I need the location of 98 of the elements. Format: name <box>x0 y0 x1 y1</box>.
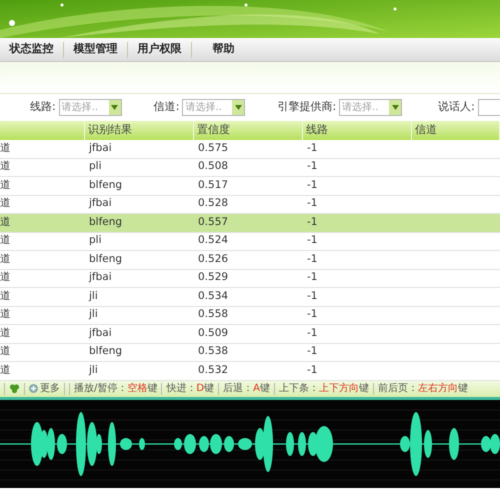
table-cell-text: 0.557 <box>198 214 228 230</box>
table-cell-text: -1 <box>307 214 318 230</box>
table-cell-text: jli <box>89 307 98 322</box>
table-cell-text: 道 <box>0 326 11 341</box>
table-row[interactable]: 道 blfeng 0.538 -1 <box>0 344 500 362</box>
hint-suffix: 键 <box>147 382 158 396</box>
table-cell-text: jfbai <box>89 140 112 156</box>
column-header[interactable]: 识别结果 <box>88 122 132 139</box>
table-cell-text: 道 <box>0 270 11 286</box>
table-cell-text: -1 <box>307 270 318 286</box>
table-row[interactable]: 道 jli 0.532 -1 <box>0 362 500 380</box>
table-cell-text: 道 <box>0 233 11 248</box>
table-cell-text: -1 <box>307 233 318 248</box>
table-cell-text: -1 <box>307 307 318 322</box>
table-row[interactable]: 道 pli 0.524 -1 <box>0 232 500 251</box>
table-cell-text: jli <box>89 288 98 304</box>
table-cell-text: 道 <box>0 288 11 304</box>
table-cell-text: 0.534 <box>198 288 228 304</box>
hint-label: 快进： <box>166 382 196 396</box>
hint-suffix: 键 <box>358 382 369 396</box>
hint-key: A <box>253 381 260 396</box>
filter-label: 说话人: <box>438 99 475 116</box>
clover-icon[interactable] <box>9 383 20 394</box>
table-row[interactable]: 道 jli 0.534 -1 <box>0 288 500 306</box>
table-cell-text: 0.532 <box>198 362 228 378</box>
table-row[interactable]: 道 jfbai 0.575 -1 <box>0 140 500 158</box>
table-cell-text: -1 <box>307 362 318 378</box>
table-cell-text: blfeng <box>89 178 122 193</box>
nav-tab[interactable]: 模型管理 <box>64 38 127 61</box>
column-header[interactable]: 信道 <box>415 122 437 139</box>
table-cell-text: 道 <box>0 344 11 360</box>
hint-key: D <box>196 381 204 396</box>
table-cell-text: 0.508 <box>198 159 228 174</box>
table-cell-text: 道 <box>0 252 11 267</box>
table-cell-text: -1 <box>307 252 318 267</box>
table-cell-text: jfbai <box>89 196 112 212</box>
table-cell-text: blfeng <box>89 252 122 267</box>
table-cell-text: 0.509 <box>198 326 228 341</box>
table-row[interactable]: 道 blfeng 0.517 -1 <box>0 177 500 196</box>
nav-tab[interactable]: 状态监控 <box>0 38 63 61</box>
table-cell-text: jfbai <box>89 270 112 286</box>
hint-suffix: 键 <box>458 382 468 396</box>
hint-label: 播放/暂停： <box>74 382 128 396</box>
table-row[interactable]: 道 blfeng 0.526 -1 <box>0 251 500 270</box>
table-cell-text: blfeng <box>89 344 122 360</box>
table-cell-text: 道 <box>0 362 11 378</box>
nav-tab[interactable]: 帮助 <box>192 38 255 61</box>
table-row[interactable]: 道 jfbai 0.529 -1 <box>0 270 500 288</box>
table-cell-text: -1 <box>307 140 318 156</box>
table-cell-text: 0.538 <box>198 344 228 360</box>
hint-key: 上下方向 <box>318 381 359 396</box>
table-cell-text: 0.517 <box>198 178 228 193</box>
plus-circle-icon <box>29 384 38 393</box>
dropdown-icon <box>108 100 121 115</box>
table-cell-text: 0.529 <box>198 270 228 286</box>
table-cell-text: 道 <box>0 214 11 230</box>
table-cell-text: 道 <box>0 140 11 156</box>
table-cell-text: 0.524 <box>198 233 228 248</box>
table-cell-text: 0.528 <box>198 196 228 212</box>
table-cell-text: -1 <box>307 178 318 193</box>
more-button[interactable]: 更多 <box>29 381 60 396</box>
hint-suffix: 键 <box>260 382 270 396</box>
filter-label: 引擎提供商: <box>277 99 336 116</box>
table-cell-text: -1 <box>307 288 318 304</box>
table-cell-text: -1 <box>307 196 318 212</box>
table-cell-text: 0.526 <box>198 252 228 267</box>
table-cell-text: 道 <box>0 307 11 322</box>
table-cell-text: 道 <box>0 178 11 193</box>
table-cell-text: pli <box>89 159 102 174</box>
column-header[interactable]: 置信度 <box>197 122 230 139</box>
table-cell-text: -1 <box>307 344 318 360</box>
table-row[interactable]: 道 jfbai 0.528 -1 <box>0 196 500 214</box>
hint-key: 左右方向 <box>418 381 458 396</box>
table-cell-text: 0.575 <box>198 140 228 156</box>
table-cell-text: pli <box>89 233 102 248</box>
table-cell-text: jfbai <box>89 326 112 341</box>
column-header[interactable]: 线路 <box>306 122 328 139</box>
table-cell-text: -1 <box>307 159 318 174</box>
hint-label: 上下条： <box>278 382 319 396</box>
nav-tab[interactable]: 用户权限 <box>128 38 191 61</box>
table-cell-text: jli <box>89 362 98 378</box>
dropdown-icon <box>389 100 402 115</box>
hint-key: 空格 <box>127 381 148 396</box>
filter-label: 线路: <box>30 99 56 116</box>
table-cell-text: 0.558 <box>198 307 228 322</box>
hint-label: 前后页： <box>378 382 418 396</box>
hint-label: 后退： <box>223 382 254 396</box>
table-row[interactable]: 道 pli 0.508 -1 <box>0 158 500 177</box>
table-row[interactable]: 道 blfeng 0.557 -1 <box>0 214 500 232</box>
table-row[interactable]: 道 jli 0.558 -1 <box>0 306 500 325</box>
table-cell-text: 道 <box>0 196 11 212</box>
hint-suffix: 键 <box>204 382 214 396</box>
table-cell-text: -1 <box>307 326 318 341</box>
table-row[interactable]: 道 jfbai 0.509 -1 <box>0 325 500 344</box>
filter-label: 信道: <box>154 99 180 116</box>
dropdown-icon <box>232 100 244 115</box>
table-cell-text: 道 <box>0 159 11 174</box>
table-cell-text: blfeng <box>89 214 122 230</box>
